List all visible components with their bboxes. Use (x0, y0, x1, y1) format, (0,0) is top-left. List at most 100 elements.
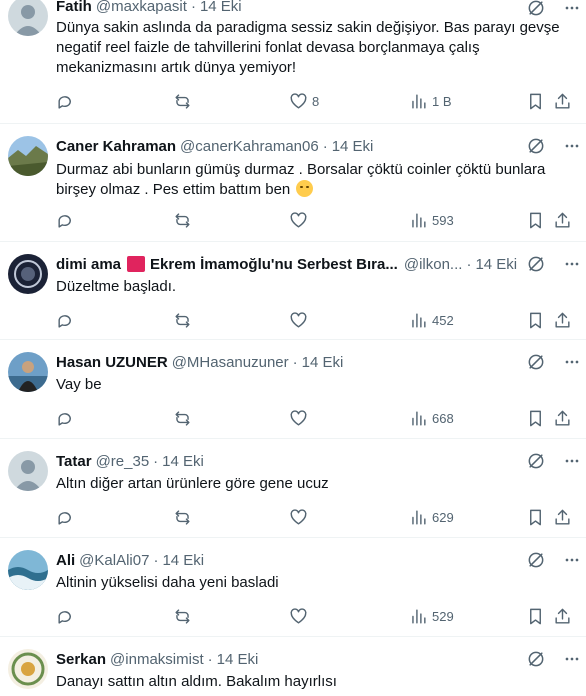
like-button[interactable] (289, 507, 312, 527)
share-icon (555, 509, 570, 525)
author-name[interactable]: Caner Kahraman (56, 138, 176, 155)
timestamp[interactable]: 14 Eki (217, 651, 259, 668)
tweet[interactable]: Fatih @maxkapasit · 14 Eki Dünya sakin a… (0, 0, 586, 124)
views-button[interactable]: 529 (409, 606, 454, 626)
tweet-header: Serkan @inmaksimist · 14 Eki (56, 649, 258, 669)
reply-button[interactable] (56, 91, 75, 111)
author-name[interactable]: Tatar (56, 453, 92, 470)
author-handle[interactable]: @MHasanuzuner (172, 354, 289, 371)
like-button[interactable] (289, 606, 312, 626)
share-button[interactable] (553, 507, 572, 527)
share-icon (555, 212, 570, 228)
more-icon[interactable] (562, 352, 582, 372)
tweet[interactable]: Serkan @inmaksimist · 14 Eki Danayı satt… (0, 637, 586, 696)
more-icon[interactable] (562, 451, 582, 471)
tweet-text: Altın diğer artan ürünlere göre gene ucu… (56, 474, 576, 494)
views-button[interactable]: 629 (409, 507, 454, 527)
more-icon[interactable] (562, 0, 582, 18)
tweet[interactable]: Caner Kahraman @canerKahraman06 · 14 Eki… (0, 124, 586, 242)
bookmark-button[interactable] (526, 606, 545, 626)
avatar[interactable] (8, 0, 48, 36)
avatar[interactable] (8, 550, 48, 590)
timestamp[interactable]: 14 Eki (162, 453, 204, 470)
views-button[interactable]: 1 B (409, 91, 452, 111)
author-handle[interactable]: @KalAli07 (79, 552, 149, 569)
reply-button[interactable] (56, 606, 75, 626)
author-name[interactable]: dimi ama (56, 256, 121, 273)
bookmark-button[interactable] (526, 310, 545, 330)
repost-button[interactable] (173, 408, 192, 428)
grok-icon[interactable] (526, 451, 546, 471)
bookmark-button[interactable] (526, 91, 545, 111)
more-icon[interactable] (562, 136, 582, 156)
avatar[interactable] (8, 451, 48, 491)
grok-icon[interactable] (526, 550, 546, 570)
grok-icon[interactable] (526, 136, 546, 156)
grok-icon[interactable] (526, 0, 546, 18)
repost-button[interactable] (173, 310, 192, 330)
grok-icon[interactable] (526, 254, 546, 274)
tweet[interactable]: Ali @KalAli07 · 14 Eki Altinin yükselisi… (0, 538, 586, 637)
tweet-text-line: Durmaz abi bunların gümüş durmaz . Borsa… (56, 161, 546, 178)
avatar[interactable] (8, 649, 48, 689)
repost-button[interactable] (173, 507, 192, 527)
reply-button[interactable] (56, 408, 75, 428)
repost-button[interactable] (173, 91, 192, 111)
more-icon[interactable] (562, 550, 582, 570)
reply-button[interactable] (56, 310, 75, 330)
author-name-suffix[interactable]: Ekrem İmamoğlu'nu Serbest Bıra... (150, 256, 398, 273)
repost-button[interactable] (173, 210, 192, 230)
bookmark-button[interactable] (526, 210, 545, 230)
grok-icon[interactable] (526, 649, 546, 669)
views-button[interactable]: 593 (409, 210, 454, 230)
repost-button[interactable] (173, 606, 192, 626)
share-button[interactable] (553, 210, 572, 230)
reply-button[interactable] (56, 507, 75, 527)
views-button[interactable]: 452 (409, 310, 454, 330)
share-button[interactable] (553, 91, 572, 111)
reply-icon (58, 314, 71, 328)
author-name[interactable]: Ali (56, 552, 75, 569)
like-button[interactable] (289, 408, 312, 428)
timestamp[interactable]: 14 Eki (332, 138, 374, 155)
bookmark-button[interactable] (526, 507, 545, 527)
repost-icon (175, 410, 190, 426)
more-icon[interactable] (562, 649, 582, 669)
grok-icon[interactable] (526, 352, 546, 372)
views-button[interactable]: 668 (409, 408, 454, 428)
author-handle[interactable]: @ilkon... (404, 256, 463, 273)
tweet[interactable]: dimi ama Ekrem İmamoğlu'nu Serbest Bıra.… (0, 242, 586, 340)
author-handle[interactable]: @re_35 (96, 453, 150, 470)
timestamp[interactable]: 14 Eki (162, 552, 204, 569)
author-handle[interactable]: @maxkapasit (96, 0, 187, 15)
timestamp[interactable]: 14 Eki (475, 256, 517, 273)
avatar[interactable] (8, 254, 48, 294)
author-name[interactable]: Hasan UZUNER (56, 354, 168, 371)
timestamp[interactable]: 14 Eki (200, 0, 242, 15)
timestamp[interactable]: 14 Eki (302, 354, 344, 371)
avatar[interactable] (8, 352, 48, 392)
share-button[interactable] (553, 310, 572, 330)
author-name[interactable]: Serkan (56, 651, 106, 668)
heart-icon (290, 508, 307, 525)
avatar[interactable] (8, 136, 48, 176)
like-button[interactable] (289, 210, 312, 230)
tweet-text-line: Vay be (56, 376, 102, 393)
share-button[interactable] (553, 606, 572, 626)
like-button[interactable] (289, 310, 312, 330)
share-button[interactable] (553, 408, 572, 428)
author-handle[interactable]: @canerKahraman06 (180, 138, 319, 155)
author-handle[interactable]: @inmaksimist (110, 651, 204, 668)
tweet-text-line: Altinin yükselisi daha yeni basladi (56, 574, 279, 591)
author-name[interactable]: Fatih (56, 0, 92, 15)
share-icon (555, 312, 570, 328)
reply-button[interactable] (56, 210, 75, 230)
tweet[interactable]: Hasan UZUNER @MHasanuzuner · 14 Eki Vay … (0, 340, 586, 439)
share-icon (555, 93, 570, 109)
action-bar: 629 (56, 507, 576, 527)
like-button[interactable]: 8 (289, 91, 319, 111)
bookmark-button[interactable] (526, 408, 545, 428)
tweet[interactable]: Tatar @re_35 · 14 Eki Altın diğer artan … (0, 439, 586, 538)
more-icon[interactable] (562, 254, 582, 274)
bookmark-icon (530, 212, 541, 228)
